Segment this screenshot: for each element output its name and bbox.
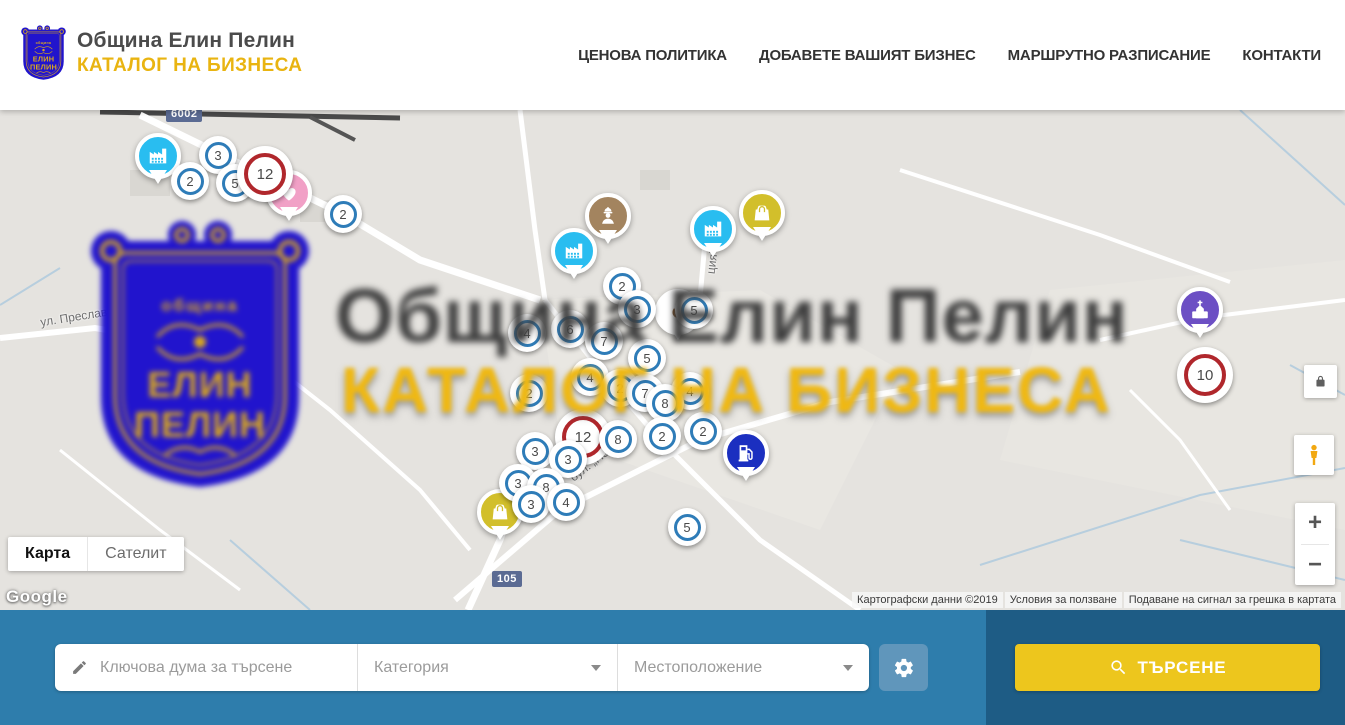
gear-icon — [893, 657, 915, 679]
cluster-count: 8 — [652, 390, 679, 417]
factory-icon — [551, 228, 597, 274]
cluster-count: 2 — [649, 423, 676, 450]
cluster-marker[interactable]: 12 — [237, 146, 293, 202]
map-canvas[interactable]: ул. Преславбул. „Новоселция“600210532512… — [0, 110, 1345, 610]
cluster-count: 3 — [555, 446, 582, 473]
cluster-marker[interactable]: 3 — [512, 485, 550, 523]
cluster-marker[interactable]: 8 — [599, 420, 637, 458]
svg-text:ЕЛИН: ЕЛИН — [33, 54, 54, 63]
zoom-out-button[interactable]: − — [1295, 545, 1335, 586]
cluster-count: 3 — [518, 491, 545, 518]
cluster-count: 5 — [674, 514, 701, 541]
cluster-count: 4 — [577, 364, 604, 391]
svg-text:ПЕЛИН: ПЕЛИН — [30, 63, 57, 72]
header: община ЕЛИН ПЕЛИН Община Елин Пелин КАТА… — [0, 0, 1345, 110]
nav-item[interactable]: ДОБАВЕТЕ ВАШИЯТ БИЗНЕС — [759, 47, 976, 64]
nav-item[interactable]: ЦЕНОВА ПОЛИТИКА — [578, 47, 727, 64]
cluster-count: 12 — [244, 153, 286, 195]
church-icon — [1177, 287, 1223, 333]
cluster-marker[interactable]: 4 — [547, 483, 585, 521]
cluster-count: 6 — [557, 316, 584, 343]
lock-icon — [1313, 374, 1328, 389]
map-attribution-link[interactable]: Условия за ползване — [1005, 592, 1122, 608]
cluster-marker[interactable]: 2 — [510, 374, 548, 412]
map-type-map-button[interactable]: Карта — [8, 537, 87, 571]
cluster-count: 3 — [522, 438, 549, 465]
chevron-down-icon — [591, 665, 601, 671]
svg-text:община: община — [36, 41, 52, 45]
pencil-icon — [71, 659, 88, 676]
fuel-icon — [723, 430, 769, 476]
search-bar: Категория Местоположение ТЪРСЕНЕ — [0, 610, 1345, 725]
cluster-count: 8 — [605, 426, 632, 453]
category-pin-shopping-bag[interactable] — [739, 190, 785, 236]
factory-icon — [690, 206, 736, 252]
keyword-input[interactable] — [100, 659, 350, 677]
search-input-group: Категория Местоположение — [55, 644, 869, 691]
search-submit-button[interactable]: ТЪРСЕНЕ — [1015, 644, 1320, 691]
map-attribution-link[interactable]: Подаване на сигнал за грешка в картата — [1124, 592, 1341, 608]
site-title: Община Елин Пелин — [77, 29, 302, 53]
cluster-count: 3 — [624, 296, 651, 323]
shopping-bag-icon — [739, 190, 785, 236]
map-attribution: Картографски данни ©2019Условия за ползв… — [852, 592, 1341, 608]
cluster-count: 4 — [514, 320, 541, 347]
cluster-count: 2 — [690, 418, 717, 445]
location-select[interactable]: Местоположение — [617, 644, 869, 691]
google-logo[interactable]: Google — [6, 587, 68, 607]
cluster-marker[interactable]: 5 — [675, 291, 713, 329]
municipality-crest-icon: община ЕЛИН ПЕЛИН — [20, 24, 67, 82]
cluster-marker[interactable]: 5 — [628, 339, 666, 377]
keyword-field[interactable] — [55, 644, 357, 691]
cluster-marker[interactable]: 2 — [684, 412, 722, 450]
nav-item[interactable]: МАРШРУТНО РАЗПИСАНИЕ — [1008, 47, 1211, 64]
cluster-marker[interactable]: 4 — [508, 314, 546, 352]
zoom-control: + − — [1295, 503, 1335, 585]
nav-item[interactable]: КОНТАКТИ — [1242, 47, 1321, 64]
site-logo[interactable]: община ЕЛИН ПЕЛИН Община Елин Пелин КАТА… — [20, 24, 302, 82]
cluster-count: 5 — [681, 297, 708, 324]
cluster-count: 10 — [1184, 354, 1226, 396]
cluster-count: 7 — [591, 328, 618, 355]
map-type-satellite-button[interactable]: Сателит — [87, 537, 183, 571]
category-pin-church[interactable] — [1177, 287, 1223, 333]
main-nav: ЦЕНОВА ПОЛИТИКА ДОБАВЕТЕ ВАШИЯТ БИЗНЕС МАР… — [578, 0, 1321, 110]
cluster-marker[interactable]: 2 — [324, 195, 362, 233]
cluster-marker[interactable]: 7 — [585, 322, 623, 360]
cluster-count: 4 — [553, 489, 580, 516]
map-data-notice: Картографски данни ©2019 — [852, 592, 1003, 608]
page: община ЕЛИН ПЕЛИН Община Елин Пелин КАТА… — [0, 0, 1345, 725]
category-pin-fuel[interactable] — [723, 430, 769, 476]
category-pin-factory[interactable] — [551, 228, 597, 274]
cluster-marker[interactable]: 10 — [1177, 347, 1233, 403]
cluster-marker[interactable]: 5 — [668, 508, 706, 546]
cluster-count: 2 — [177, 168, 204, 195]
cluster-marker[interactable]: 2 — [643, 417, 681, 455]
cluster-count: 2 — [516, 380, 543, 407]
advanced-settings-button[interactable] — [879, 644, 928, 691]
site-subtitle: КАТАЛОГ НА БИЗНЕСА — [77, 55, 302, 77]
map-type-control: Карта Сателит — [8, 537, 184, 571]
search-icon — [1109, 658, 1128, 677]
lock-button[interactable] — [1304, 365, 1337, 398]
route-badge: 105 — [492, 571, 522, 587]
category-pin-factory[interactable] — [690, 206, 736, 252]
route-badge: 6002 — [166, 110, 202, 122]
zoom-in-button[interactable]: + — [1295, 503, 1335, 544]
cluster-count: 5 — [634, 345, 661, 372]
pegman-icon — [1302, 443, 1326, 467]
cluster-marker[interactable]: 6 — [551, 310, 589, 348]
chevron-down-icon — [843, 665, 853, 671]
cluster-marker[interactable]: 3 — [618, 290, 656, 328]
category-select[interactable]: Категория — [357, 644, 617, 691]
cluster-marker[interactable]: 2 — [171, 162, 209, 200]
cluster-count: 2 — [330, 201, 357, 228]
street-view-pegman-button[interactable] — [1294, 435, 1334, 475]
